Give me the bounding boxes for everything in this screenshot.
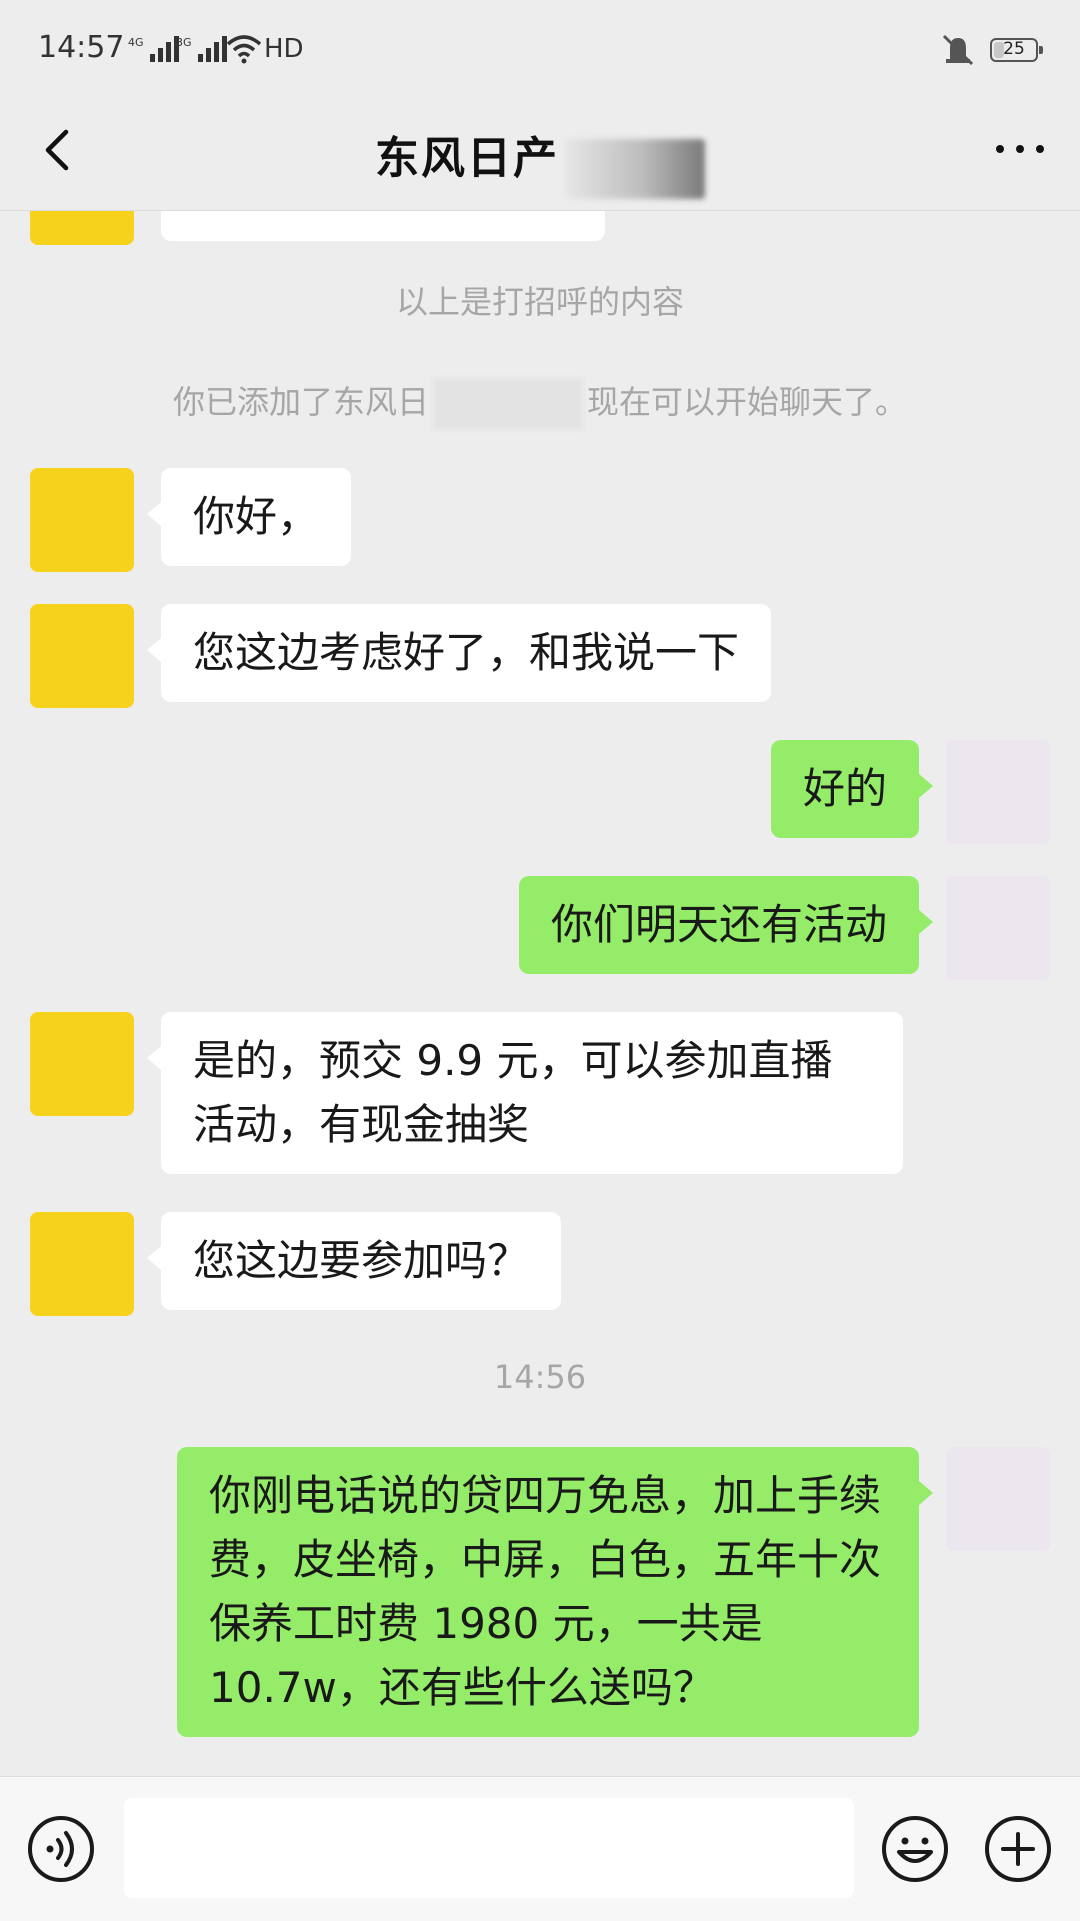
message-timestamp: 14:56 — [493, 1358, 587, 1396]
hd-indicator: HD — [264, 34, 304, 64]
battery-level: 25 — [1003, 39, 1025, 59]
voice-icon[interactable] — [26, 1814, 96, 1884]
my-avatar[interactable] — [946, 1447, 1050, 1551]
plus-icon[interactable] — [983, 1814, 1053, 1884]
emoji-icon[interactable] — [880, 1814, 950, 1884]
input-bar — [0, 1776, 1080, 1921]
mute-icon — [942, 34, 974, 66]
message-bubble-partial[interactable] — [161, 211, 605, 241]
message-bubble-outgoing[interactable]: 你刚电话说的贷四万免息，加上手续费，皮坐椅，中屏，白色，五年十次保养工时费 19… — [177, 1447, 933, 1737]
name-redaction — [433, 378, 583, 430]
message-input[interactable] — [124, 1798, 854, 1898]
message-bubble-incoming[interactable]: 您这边要参加吗？ — [146, 1212, 562, 1310]
title-wrap: 东风日产 — [0, 122, 1080, 199]
battery-icon: 25 — [990, 38, 1043, 62]
message-bubble-incoming[interactable]: 您这边考虑好了，和我说一下 — [146, 604, 772, 702]
my-avatar[interactable] — [946, 740, 1050, 844]
wifi-icon — [226, 35, 262, 64]
dealer-avatar[interactable] — [30, 211, 134, 245]
system-added-notice: 你已添加了东风日 现在可以开始聊天了。 — [0, 377, 1080, 430]
dealer-avatar[interactable] — [30, 1012, 134, 1116]
message-bubble-outgoing[interactable]: 好的 — [770, 740, 934, 838]
message-bubble-incoming[interactable]: 是的，预交 9.9 元，可以参加直播活动，有现金抽奖 — [147, 1012, 903, 1174]
status-bar: 14:57 4G 3G HD 25 — [0, 0, 1080, 100]
chat-area[interactable]: 以上是打招呼的内容 你已添加了东风日 现在可以开始聊天了。 你好， 您这边考虑好了… — [0, 211, 1080, 1776]
dealer-avatar[interactable] — [30, 604, 134, 708]
message-bubble-incoming[interactable]: 你好， — [146, 468, 352, 566]
message-bubble-outgoing[interactable]: 你们明天还有活动 — [518, 876, 934, 974]
system-added-suffix: 现在可以开始聊天了。 — [587, 383, 908, 421]
page-title: 东风日产 — [375, 133, 559, 184]
dealer-avatar[interactable] — [30, 1212, 134, 1316]
system-greeting-end: 以上是打招呼的内容 — [395, 283, 684, 321]
signal-3g-label: 3G — [176, 36, 192, 49]
title-redaction — [565, 138, 705, 199]
more-icon[interactable] — [990, 134, 1050, 164]
chat-header: 东风日产 — [0, 100, 1080, 211]
signal-4g-label: 4G — [128, 36, 144, 49]
system-added-prefix: 你已添加了东风日 — [172, 383, 429, 421]
status-time: 14:57 — [38, 30, 125, 65]
my-avatar[interactable] — [946, 876, 1050, 980]
dealer-avatar[interactable] — [30, 468, 134, 572]
